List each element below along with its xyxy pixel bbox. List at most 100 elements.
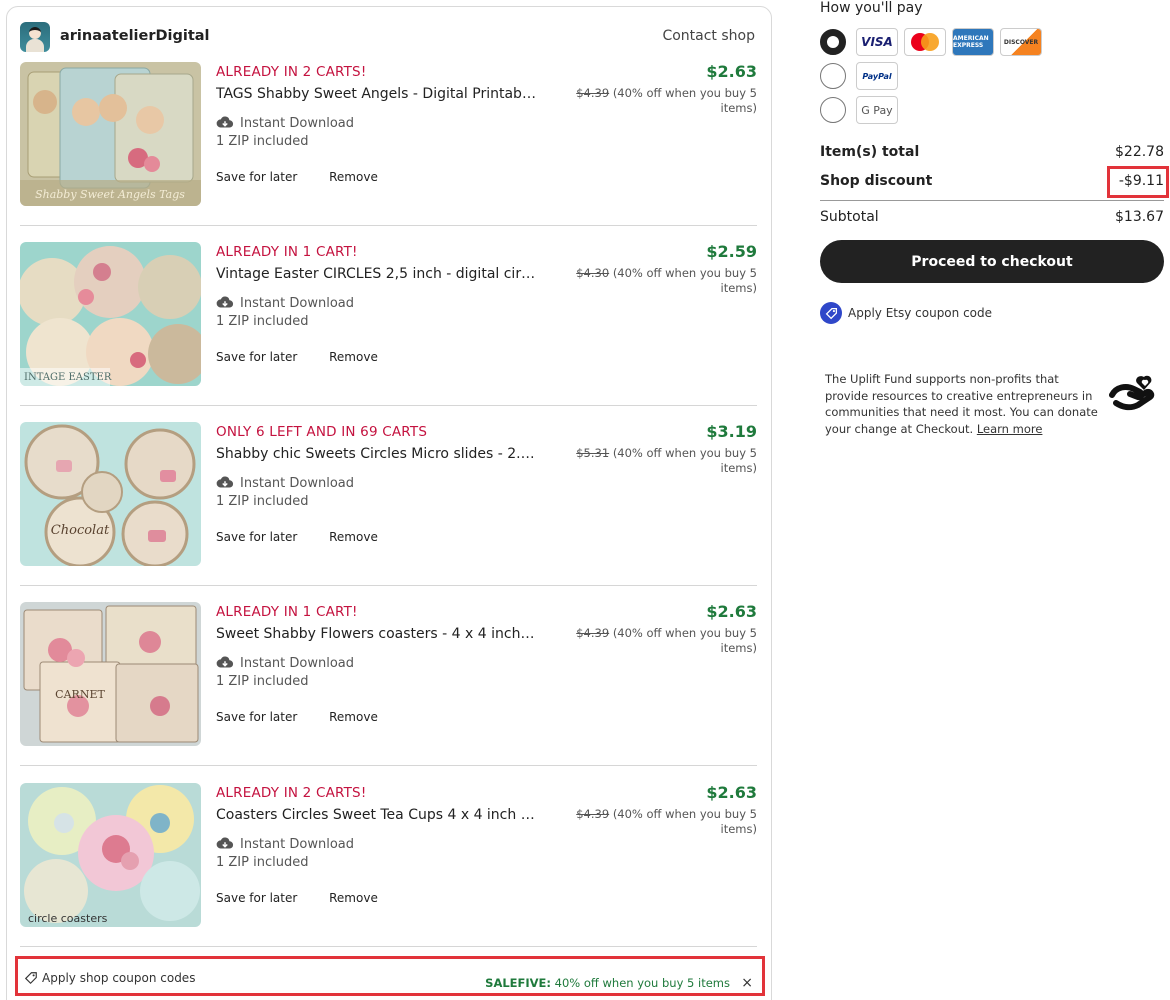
contact-shop-link[interactable]: Contact shop xyxy=(662,28,755,44)
save-for-later-button[interactable]: Save for later xyxy=(216,350,297,364)
remove-button[interactable]: Remove xyxy=(329,710,378,724)
image-caption: INTAGE EASTER xyxy=(24,372,112,383)
item-thumbnail[interactable]: Chocolat xyxy=(20,422,201,566)
discover-icon: DISCOVER xyxy=(1000,28,1042,56)
item-thumbnail[interactable]: circle coasters xyxy=(20,783,201,927)
divider xyxy=(20,765,757,766)
shop-name[interactable]: arinaatelierDigital xyxy=(60,28,210,44)
paypal-icon: PayPal xyxy=(856,62,898,90)
original-price: $4.39 xyxy=(576,807,610,821)
remove-button[interactable]: Remove xyxy=(329,170,378,184)
item-title[interactable]: Coasters Circles Sweet Tea Cups 4 x 4 in… xyxy=(216,807,536,823)
zip-count: 1 ZIP included xyxy=(216,134,309,149)
discount-note: (40% off when you buy 5 items) xyxy=(612,807,757,836)
divider xyxy=(20,405,757,406)
cloud-download-icon xyxy=(216,656,234,668)
subtotal-value: $13.67 xyxy=(1115,209,1164,225)
item-thumbnail[interactable]: INTAGE EASTER xyxy=(20,242,201,386)
item-old-price: $4.39 (40% off when you buy 5 items) xyxy=(557,86,757,116)
shop-discount-label: Shop discount xyxy=(820,173,933,189)
divider xyxy=(20,585,757,586)
apply-etsy-coupon-label: Apply Etsy coupon code xyxy=(848,306,993,320)
radio-gpay[interactable] xyxy=(820,97,846,123)
applied-coupon: SALEFIVE: 40% off when you buy 5 items xyxy=(485,976,730,990)
save-for-later-button[interactable]: Save for later xyxy=(216,891,297,905)
cart-item: circle coasters ALREADY IN 2 CARTS! Coas… xyxy=(20,783,757,963)
shop-cart-card: arinaatelierDigital Contact shop Shabby … xyxy=(6,6,772,1000)
payment-title: How you'll pay xyxy=(820,0,923,16)
discount-highlight xyxy=(1107,166,1169,198)
discount-note: (40% off when you buy 5 items) xyxy=(612,266,757,295)
zip-count: 1 ZIP included xyxy=(216,314,309,329)
save-for-later-button[interactable]: Save for later xyxy=(216,530,297,544)
tag-icon xyxy=(24,972,37,985)
items-total-value: $22.78 xyxy=(1115,144,1164,160)
item-price: $2.63 xyxy=(706,602,757,621)
discount-note: (40% off when you buy 5 items) xyxy=(612,86,757,115)
cloud-download-icon xyxy=(216,837,234,849)
remove-button[interactable]: Remove xyxy=(329,530,378,544)
radio-cards[interactable] xyxy=(820,29,846,55)
item-old-price: $4.30 (40% off when you buy 5 items) xyxy=(557,266,757,296)
shop-header: arinaatelierDigital Contact shop xyxy=(20,22,755,56)
item-actions: Save for later Remove xyxy=(216,891,406,905)
item-price: $3.19 xyxy=(706,422,757,441)
learn-more-link[interactable]: Learn more xyxy=(977,422,1043,436)
apply-shop-coupon-button[interactable]: Apply shop coupon codes xyxy=(24,971,195,985)
item-price: $2.59 xyxy=(706,242,757,261)
discount-note: (40% off when you buy 5 items) xyxy=(612,626,757,655)
item-alert: ONLY 6 LEFT AND IN 69 CARTS xyxy=(216,424,428,440)
proceed-to-checkout-button[interactable]: Proceed to checkout xyxy=(820,240,1164,283)
instant-download: Instant Download xyxy=(216,835,354,853)
cart-item: INTAGE EASTER ALREADY IN 1 CART! Vintage… xyxy=(20,242,757,422)
cart-item: Chocolat ONLY 6 LEFT AND IN 69 CARTS Sha… xyxy=(20,422,757,602)
item-thumbnail[interactable]: Shabby Sweet Angels Tags xyxy=(20,62,201,206)
item-actions: Save for later Remove xyxy=(216,170,406,184)
subtotal-label: Subtotal xyxy=(820,209,879,225)
instant-download-label: Instant Download xyxy=(240,295,354,311)
remove-button[interactable]: Remove xyxy=(329,350,378,364)
item-actions: Save for later Remove xyxy=(216,710,406,724)
remove-coupon-button[interactable]: × xyxy=(741,975,753,991)
cloud-download-icon xyxy=(216,116,234,128)
image-caption: Chocolat xyxy=(51,523,110,538)
item-actions: Save for later Remove xyxy=(216,530,406,544)
apply-etsy-coupon-button[interactable]: Apply Etsy coupon code xyxy=(820,302,992,324)
item-alert: ALREADY IN 1 CART! xyxy=(216,244,358,260)
item-title[interactable]: Vintage Easter CIRCLES 2,5 inch - digita… xyxy=(216,266,536,282)
divider xyxy=(20,946,757,947)
cloud-download-icon xyxy=(216,476,234,488)
item-price: $2.63 xyxy=(706,783,757,802)
zip-count: 1 ZIP included xyxy=(216,494,309,509)
item-alert: ALREADY IN 2 CARTS! xyxy=(216,785,367,801)
instant-download: Instant Download xyxy=(216,474,354,492)
uplift-fund-text: The Uplift Fund supports non-profits tha… xyxy=(825,371,1100,437)
apply-shop-coupon-label: Apply shop coupon codes xyxy=(42,971,196,985)
radio-paypal[interactable] xyxy=(820,63,846,89)
cart-item: CARNET ALREADY IN 1 CART! Sweet Shabby F… xyxy=(20,602,757,782)
item-actions: Save for later Remove xyxy=(216,350,406,364)
zip-count: 1 ZIP included xyxy=(216,855,309,870)
original-price: $5.31 xyxy=(576,446,610,460)
cart-item: Shabby Sweet Angels Tags ALREADY IN 2 CA… xyxy=(20,62,757,242)
google-pay-icon: G Pay xyxy=(856,96,898,124)
item-thumbnail[interactable]: CARNET xyxy=(20,602,201,746)
shop-avatar[interactable] xyxy=(20,22,50,52)
item-title[interactable]: TAGS Shabby Sweet Angels - Digital Print… xyxy=(216,86,536,102)
uplift-description: The Uplift Fund supports non-profits tha… xyxy=(825,372,1098,436)
original-price: $4.39 xyxy=(576,86,610,100)
save-for-later-button[interactable]: Save for later xyxy=(216,170,297,184)
save-for-later-button[interactable]: Save for later xyxy=(216,710,297,724)
item-old-price: $4.39 (40% off when you buy 5 items) xyxy=(557,807,757,837)
subtotal-row: Subtotal $13.67 xyxy=(820,209,1164,225)
instant-download: Instant Download xyxy=(216,654,354,672)
summary-divider xyxy=(820,200,1164,201)
zip-count: 1 ZIP included xyxy=(216,674,309,689)
instant-download-label: Instant Download xyxy=(240,115,354,131)
item-title[interactable]: Shabby chic Sweets Circles Micro slides … xyxy=(216,446,536,462)
discount-note: (40% off when you buy 5 items) xyxy=(612,446,757,475)
remove-button[interactable]: Remove xyxy=(329,891,378,905)
item-title[interactable]: Sweet Shabby Flowers coasters - 4 x 4 in… xyxy=(216,626,536,642)
image-caption: circle coasters xyxy=(28,912,108,925)
visa-icon: VISA xyxy=(856,28,898,56)
